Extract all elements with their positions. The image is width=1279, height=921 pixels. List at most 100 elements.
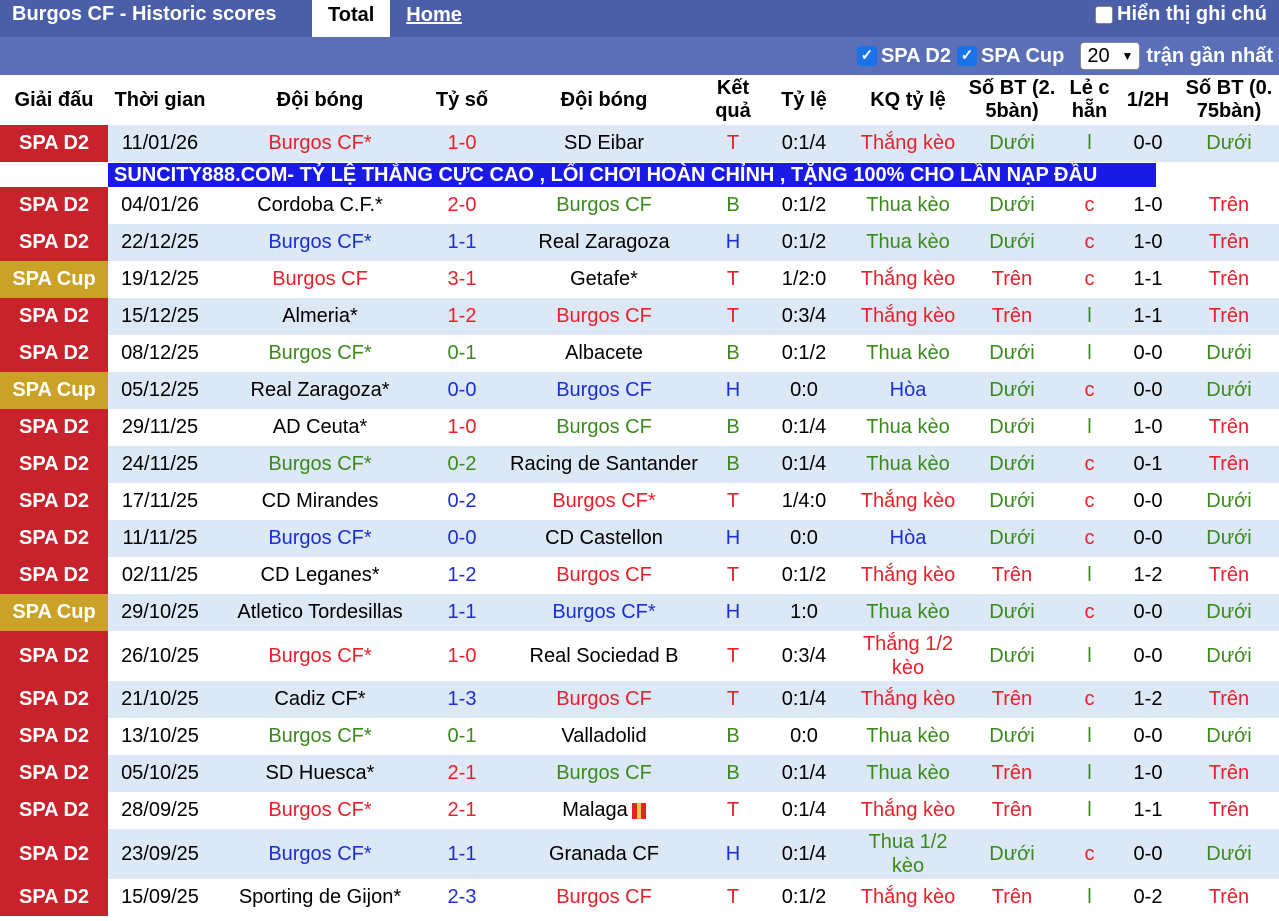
home-team[interactable]: Burgos CF*: [212, 520, 428, 557]
away-team[interactable]: Burgos CF: [496, 681, 712, 718]
table-row[interactable]: SPA D2 13/10/25 Burgos CF* 0-1 Valladolid B 0:…: [0, 718, 1279, 755]
col-header[interactable]: Tỷ lệ: [754, 75, 854, 125]
away-team[interactable]: Burgos CF: [496, 372, 712, 409]
filter-spa-d2[interactable]: ✓ SPA D2: [856, 45, 951, 68]
league-badge[interactable]: SPA D2: [0, 879, 108, 916]
col-header[interactable]: Giải đấu: [0, 75, 108, 125]
home-team[interactable]: SD Huesca*: [212, 755, 428, 792]
home-team[interactable]: CD Mirandes: [212, 483, 428, 520]
league-badge[interactable]: SPA D2: [0, 520, 108, 557]
table-row[interactable]: SPA Cup 29/10/25 Atletico Tordesillas 1-1 Bu…: [0, 594, 1279, 631]
home-team[interactable]: Burgos CF*: [212, 446, 428, 483]
filter-spa-cup[interactable]: ✓ SPA Cup: [956, 45, 1064, 68]
table-row[interactable]: SPA D2 04/01/26 Cordoba C.F.* 2-0 Burgos CF B…: [0, 187, 1279, 224]
away-team[interactable]: Burgos CF: [496, 187, 712, 224]
league-badge[interactable]: SPA Cup: [0, 261, 108, 298]
home-team[interactable]: Almeria*: [212, 298, 428, 335]
away-team[interactable]: Getafe*: [496, 261, 712, 298]
home-team[interactable]: CD Leganes*: [212, 557, 428, 594]
home-team[interactable]: Burgos CF*: [212, 224, 428, 261]
away-team[interactable]: Burgos CF: [496, 755, 712, 792]
col-header[interactable]: Kết quả: [712, 75, 754, 125]
show-notes-toggle[interactable]: Hiển thị ghi chú: [1095, 3, 1267, 26]
away-team[interactable]: Burgos CF*: [496, 483, 712, 520]
away-team[interactable]: Burgos CF: [496, 298, 712, 335]
away-team[interactable]: Valladolid: [496, 718, 712, 755]
league-badge[interactable]: SPA D2: [0, 631, 108, 681]
league-badge[interactable]: SPA D2: [0, 681, 108, 718]
home-team[interactable]: Cordoba C.F.*: [212, 187, 428, 224]
table-row[interactable]: SPA D2 15/12/25 Almeria* 1-2 Burgos CF T 0:3/4…: [0, 298, 1279, 335]
col-header[interactable]: Số BT (0. 75bàn): [1179, 75, 1279, 125]
league-badge[interactable]: SPA D2: [0, 187, 108, 224]
home-team[interactable]: Burgos CF*: [212, 829, 428, 879]
league-badge[interactable]: SPA D2: [0, 125, 108, 162]
away-team[interactable]: Racing de Santander: [496, 446, 712, 483]
away-team[interactable]: Granada CF: [496, 829, 712, 879]
home-team[interactable]: Real Zaragoza*: [212, 372, 428, 409]
league-badge[interactable]: SPA D2: [0, 298, 108, 335]
away-team[interactable]: Malaga: [496, 792, 712, 829]
match-count-select[interactable]: 20 ▼: [1080, 42, 1141, 70]
home-team[interactable]: Burgos CF*: [212, 718, 428, 755]
league-badge[interactable]: SPA D2: [0, 483, 108, 520]
home-team[interactable]: Cadiz CF*: [212, 681, 428, 718]
home-team[interactable]: Burgos CF*: [212, 125, 428, 162]
home-team[interactable]: Burgos CF: [212, 261, 428, 298]
table-row[interactable]: SPA D2 11/11/25 Burgos CF* 0-0 CD Castellon H…: [0, 520, 1279, 557]
away-team[interactable]: Real Zaragoza: [496, 224, 712, 261]
league-badge[interactable]: SPA D2: [0, 718, 108, 755]
table-row[interactable]: SPA D2 02/11/25 CD Leganes* 1-2 Burgos CF T 0:…: [0, 557, 1279, 594]
league-badge[interactable]: SPA Cup: [0, 372, 108, 409]
checkbox-checked-icon[interactable]: ✓: [856, 46, 877, 66]
league-badge[interactable]: SPA Cup: [0, 594, 108, 631]
league-badge[interactable]: SPA D2: [0, 409, 108, 446]
table-row[interactable]: SPA D2 23/09/25 Burgos CF* 1-1 Granada CF H 0:…: [0, 829, 1279, 879]
league-badge[interactable]: SPA D2: [0, 829, 108, 879]
col-header[interactable]: Tỷ số: [428, 75, 496, 125]
table-row[interactable]: SPA D2 15/09/25 Sporting de Gijon* 2-3 Burgo…: [0, 879, 1279, 916]
checkbox-checked-icon[interactable]: ✓: [956, 46, 977, 66]
home-team[interactable]: Burgos CF*: [212, 335, 428, 372]
table-row[interactable]: SPA D2 17/11/25 CD Mirandes 0-2 Burgos CF* T 1…: [0, 483, 1279, 520]
league-badge[interactable]: SPA D2: [0, 792, 108, 829]
tab-home[interactable]: Home: [390, 0, 477, 37]
away-team[interactable]: SD Eibar: [496, 125, 712, 162]
home-team[interactable]: Burgos CF*: [212, 792, 428, 829]
show-notes-checkbox[interactable]: [1095, 5, 1113, 24]
league-badge[interactable]: SPA D2: [0, 446, 108, 483]
table-row[interactable]: SPA D2 21/10/25 Cadiz CF* 1-3 Burgos CF T 0:1/…: [0, 681, 1279, 718]
away-team[interactable]: CD Castellon: [496, 520, 712, 557]
away-team[interactable]: Albacete: [496, 335, 712, 372]
ad-banner-link[interactable]: SUNCITY888.COM- TỶ LỆ THẮNG CỰC CAO , LỐ…: [108, 162, 1156, 187]
league-badge[interactable]: SPA D2: [0, 224, 108, 261]
col-header[interactable]: KQ tỷ lệ: [854, 75, 962, 125]
table-row[interactable]: SPA D2 11/01/26 Burgos CF* 1-0 SD Eibar T 0:1/…: [0, 125, 1279, 162]
col-header[interactable]: Lẻ c hẵn: [1062, 75, 1117, 125]
tab-total[interactable]: Total: [312, 0, 391, 37]
table-row[interactable]: SPA D2 26/10/25 Burgos CF* 1-0 Real Sociedad…: [0, 631, 1279, 681]
league-badge[interactable]: SPA D2: [0, 557, 108, 594]
league-badge[interactable]: SPA D2: [0, 335, 108, 372]
col-header[interactable]: Đội bóng: [212, 75, 428, 125]
table-row[interactable]: SPA D2 05/10/25 SD Huesca* 2-1 Burgos CF B 0:1…: [0, 755, 1279, 792]
col-header[interactable]: Số BT (2. 5bàn): [962, 75, 1062, 125]
home-team[interactable]: AD Ceuta*: [212, 409, 428, 446]
col-header[interactable]: 1/2H: [1117, 75, 1179, 125]
table-row[interactable]: SPA D2 22/12/25 Burgos CF* 1-1 Real Zaragoza…: [0, 224, 1279, 261]
home-team[interactable]: Burgos CF*: [212, 631, 428, 681]
table-row[interactable]: SPA Cup 05/12/25 Real Zaragoza* 0-0 Burgos C…: [0, 372, 1279, 409]
away-team[interactable]: Burgos CF: [496, 557, 712, 594]
col-header[interactable]: Đội bóng: [496, 75, 712, 125]
league-badge[interactable]: SPA D2: [0, 755, 108, 792]
away-team[interactable]: Burgos CF: [496, 879, 712, 916]
away-team[interactable]: Real Sociedad B: [496, 631, 712, 681]
away-team[interactable]: Burgos CF*: [496, 594, 712, 631]
table-row[interactable]: SPA D2 29/11/25 AD Ceuta* 1-0 Burgos CF B 0:1/…: [0, 409, 1279, 446]
table-row[interactable]: SPA D2 28/09/25 Burgos CF* 2-1 Malaga T 0:1/4 T…: [0, 792, 1279, 829]
table-row[interactable]: SPA D2 08/12/25 Burgos CF* 0-1 Albacete B 0:1/…: [0, 335, 1279, 372]
away-team[interactable]: Burgos CF: [496, 409, 712, 446]
col-header[interactable]: Thời gian: [108, 75, 212, 125]
table-row[interactable]: SPA D2 24/11/25 Burgos CF* 0-2 Racing de San…: [0, 446, 1279, 483]
home-team[interactable]: Sporting de Gijon*: [212, 879, 428, 916]
